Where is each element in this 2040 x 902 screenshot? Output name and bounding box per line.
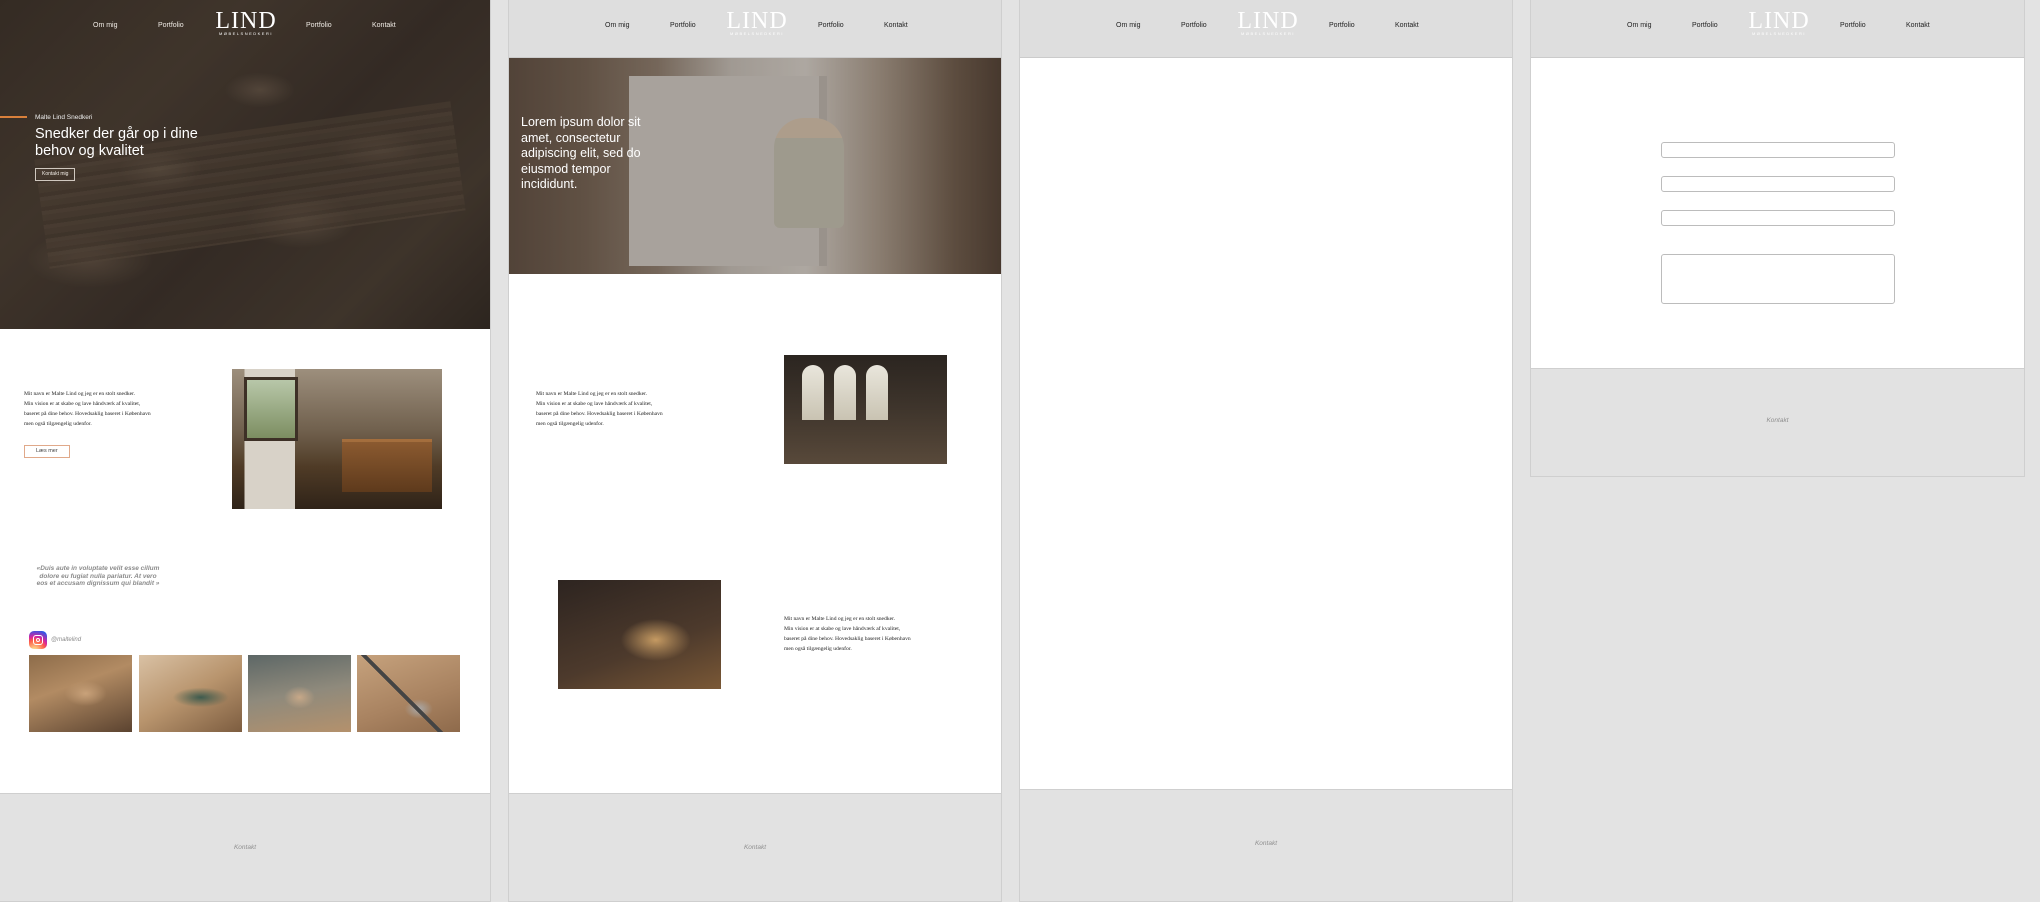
navbar: Om mig Portfolio LIND MØBELSNEDKERI Port… [509, 0, 1001, 58]
nav-about[interactable]: Om mig [93, 22, 118, 29]
testimonial-quote: «Duis aute in voluptate velit esse cillu… [36, 565, 160, 587]
portfolio-text: Mit navn er Malte Lind og jeg er en stol… [536, 391, 663, 427]
nav-about[interactable]: Om mig [1627, 22, 1652, 29]
hero-image: Lorem ipsum dolor sit amet, consectetur … [509, 58, 1001, 274]
about-text: Mit navn er Malte Lind og jeg er en stol… [24, 391, 151, 427]
nav-portfolio[interactable]: Portfolio [818, 22, 844, 29]
contact-phone-field[interactable] [1661, 210, 1895, 226]
artboard-home: Om mig Portfolio LIND MØBELSNEDKERI Port… [0, 0, 491, 902]
navbar: Om mig Portfolio LIND MØBELSNEDKERI Port… [1531, 0, 2024, 58]
contact-message-field[interactable] [1661, 254, 1895, 304]
workshop-image [784, 355, 947, 464]
logo[interactable]: LIND MØBELSNEDKERI [722, 9, 792, 36]
hero-text: Lorem ipsum dolor sit amet, consectetur … [521, 115, 641, 191]
portfolio-text: Mit navn er Malte Lind og jeg er en stol… [784, 616, 911, 652]
footer: Kontakt [1020, 789, 1512, 901]
footer-contact-link[interactable]: Kontakt [1531, 417, 2024, 424]
instagram-icon[interactable] [29, 631, 47, 649]
nav-contact[interactable]: Kontakt [884, 22, 908, 29]
instagram-handle[interactable]: @maltelind [51, 637, 81, 643]
nav-portfolio[interactable]: Portfolio [306, 22, 332, 29]
contact-email-field[interactable] [1661, 176, 1895, 192]
footer-contact-link[interactable]: Kontakt [509, 844, 1001, 851]
footer: Kontakt [509, 793, 1001, 901]
instagram-thumbnail[interactable] [357, 655, 460, 732]
artboard-blank: Om mig Portfolio LIND MØBELSNEDKERI Port… [1019, 0, 1513, 902]
read-more-button[interactable]: Læs mer [24, 445, 70, 458]
nav-contact[interactable]: Kontakt [1395, 22, 1419, 29]
nav-portfolio[interactable]: Portfolio [1692, 22, 1718, 29]
nav-portfolio[interactable]: Portfolio [1181, 22, 1207, 29]
logo[interactable]: LIND MØBELSNEDKERI [211, 9, 281, 36]
navbar: Om mig Portfolio LIND MØBELSNEDKERI Port… [1020, 0, 1512, 58]
nav-portfolio[interactable]: Portfolio [158, 22, 184, 29]
footer-contact-link[interactable]: Kontakt [0, 844, 490, 851]
footer: Kontakt [1531, 368, 2024, 476]
accent-line [0, 116, 27, 118]
hero-title: Snedker der går op i dine behov og kvali… [35, 126, 198, 159]
workshop-room-image [232, 369, 442, 509]
footer-contact-link[interactable]: Kontakt [1020, 840, 1512, 847]
nav-about[interactable]: Om mig [1116, 22, 1141, 29]
contact-me-button[interactable]: Kontakt mig [35, 168, 76, 181]
artboard-portfolio: Om mig Portfolio LIND MØBELSNEDKERI Port… [508, 0, 1002, 902]
nav-contact[interactable]: Kontakt [372, 22, 396, 29]
logo[interactable]: LIND MØBELSNEDKERI [1233, 9, 1303, 36]
footer: Kontakt [0, 793, 490, 901]
contact-name-field[interactable] [1661, 142, 1895, 158]
instagram-thumbnail[interactable] [139, 655, 242, 732]
logo[interactable]: LIND MØBELSNEDKERI [1744, 9, 1814, 36]
instagram-thumbnail[interactable] [29, 655, 132, 732]
nav-about[interactable]: Om mig [605, 22, 630, 29]
navbar: Om mig Portfolio LIND MØBELSNEDKERI Port… [0, 0, 490, 58]
nav-contact[interactable]: Kontakt [1906, 22, 1930, 29]
woodwork-image [558, 580, 721, 689]
nav-portfolio[interactable]: Portfolio [1840, 22, 1866, 29]
instagram-thumbnail[interactable] [248, 655, 351, 732]
hero-eyebrow: Malte Lind Snedkeri [35, 114, 93, 121]
nav-portfolio[interactable]: Portfolio [670, 22, 696, 29]
artboard-contact: Om mig Portfolio LIND MØBELSNEDKERI Port… [1530, 0, 2025, 477]
nav-portfolio[interactable]: Portfolio [1329, 22, 1355, 29]
